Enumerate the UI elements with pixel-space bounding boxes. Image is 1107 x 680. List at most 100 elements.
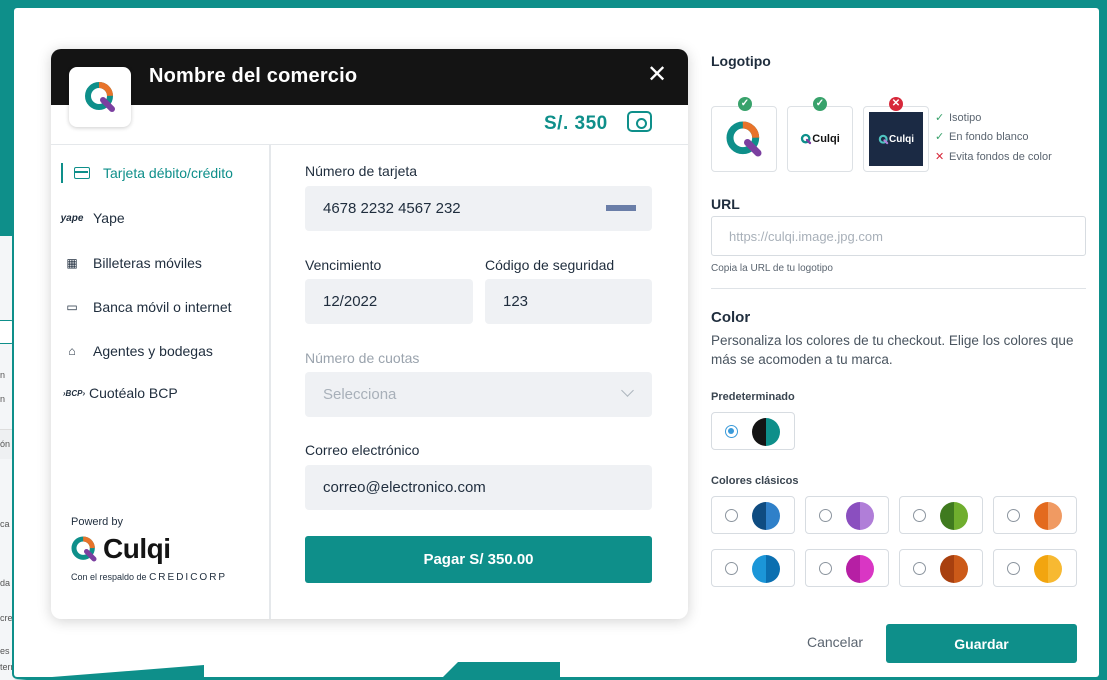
close-icon: ✕ bbox=[935, 151, 945, 163]
method-label: Banca móvil o internet bbox=[93, 299, 232, 315]
logo-example-isotype bbox=[711, 106, 777, 172]
color-swatch[interactable] bbox=[899, 549, 983, 587]
method-agents[interactable]: ⌂ Agentes y bodegas bbox=[61, 339, 261, 363]
color-swatch[interactable] bbox=[993, 549, 1077, 587]
cancel-button[interactable]: Cancelar bbox=[807, 634, 863, 650]
card-number-input[interactable]: 4678 2232 4567 232 bbox=[305, 186, 652, 231]
check-icon: ✓ bbox=[813, 97, 827, 111]
default-colors-label: Predeterminado bbox=[711, 391, 795, 403]
color-dot bbox=[752, 502, 780, 530]
method-banking[interactable]: ▭ Banca móvil o internet bbox=[61, 295, 261, 319]
background-text: n bbox=[0, 370, 6, 380]
chevron-down-icon bbox=[621, 384, 634, 397]
color-swatch[interactable] bbox=[805, 549, 889, 587]
background-input bbox=[0, 320, 14, 344]
logo-rule: ✓ Isotipo bbox=[935, 111, 982, 125]
color-swatch[interactable] bbox=[899, 496, 983, 534]
background-text: es bbox=[0, 646, 10, 656]
respaldo-text: Con el respaldo de CREDICORP bbox=[71, 572, 228, 583]
culqi-brand: Culqi bbox=[69, 533, 171, 565]
culqi-logo-icon bbox=[878, 134, 889, 144]
cvv-label: Código de seguridad bbox=[485, 257, 615, 273]
method-card[interactable]: Tarjeta débito/crédito bbox=[61, 161, 261, 185]
color-dot bbox=[1034, 502, 1062, 530]
radio-button[interactable] bbox=[913, 562, 926, 575]
logo-example-colored: Culqi bbox=[863, 106, 929, 172]
radio-button[interactable] bbox=[819, 509, 832, 522]
method-wallets[interactable]: ▦ Billeteras móviles bbox=[61, 251, 261, 275]
merchant-logo bbox=[69, 67, 131, 127]
installments-select[interactable]: Selecciona bbox=[305, 372, 652, 417]
radio-button[interactable] bbox=[725, 562, 738, 575]
color-dot bbox=[940, 555, 968, 583]
culqi-logo-icon bbox=[71, 536, 97, 562]
classic-colors-label: Colores clásicos bbox=[711, 475, 799, 487]
installments-label: Número de cuotas bbox=[305, 350, 420, 366]
culqi-wordmark-small: Culqi bbox=[878, 134, 914, 145]
logo-rule: ✓ En fondo blanco bbox=[935, 130, 1029, 144]
background-shape bbox=[440, 662, 560, 680]
color-dot bbox=[846, 502, 874, 530]
header-divider bbox=[51, 144, 688, 145]
save-button[interactable]: Guardar bbox=[886, 624, 1077, 663]
color-swatch-default[interactable] bbox=[711, 412, 795, 450]
color-swatch[interactable] bbox=[993, 496, 1077, 534]
background-text: ca bbox=[0, 519, 10, 529]
logo-section-title: Logotipo bbox=[711, 53, 771, 69]
radio-button[interactable] bbox=[725, 509, 738, 522]
radio-button[interactable] bbox=[819, 562, 832, 575]
radio-button[interactable] bbox=[1007, 509, 1020, 522]
method-yape[interactable]: yape Yape bbox=[61, 206, 261, 230]
powered-by-label: Powerd by bbox=[71, 516, 123, 528]
currency-icon bbox=[627, 111, 652, 132]
radio-button[interactable] bbox=[913, 509, 926, 522]
culqi-wordmark: Culqi bbox=[103, 533, 171, 564]
section-divider bbox=[711, 288, 1086, 289]
check-icon: ✓ bbox=[738, 97, 752, 111]
card-brand-icon bbox=[606, 205, 636, 211]
culqi-logo-icon bbox=[801, 133, 812, 145]
color-swatch[interactable] bbox=[805, 496, 889, 534]
culqi-logo-icon bbox=[726, 121, 762, 157]
colored-background: Culqi bbox=[869, 112, 923, 166]
background-text: ón bbox=[0, 439, 11, 449]
color-swatch[interactable] bbox=[711, 549, 795, 587]
qr-icon: ▦ bbox=[66, 256, 78, 270]
card-number-label: Número de tarjeta bbox=[305, 163, 418, 179]
store-icon: ⌂ bbox=[68, 344, 76, 358]
bcp-icon: ›BCP› bbox=[62, 388, 86, 398]
radio-selected[interactable] bbox=[725, 425, 738, 438]
background-text: n bbox=[0, 394, 6, 404]
color-description: Personaliza los colores de tu checkout. … bbox=[711, 333, 1074, 367]
color-dot bbox=[752, 555, 780, 583]
checkout-amount: S/. 350 bbox=[544, 113, 608, 134]
pay-button[interactable]: Pagar S/ 350.00 bbox=[305, 536, 652, 583]
method-label: Agentes y bodegas bbox=[93, 343, 213, 359]
radio-button[interactable] bbox=[1007, 562, 1020, 575]
email-label: Correo electrónico bbox=[305, 442, 420, 458]
column-divider bbox=[269, 145, 271, 619]
method-label: Yape bbox=[93, 210, 125, 226]
yape-icon: yape bbox=[60, 212, 84, 224]
cvv-input[interactable]: 123 bbox=[485, 279, 652, 324]
method-bcp[interactable]: ›BCP› Cuotéalo BCP bbox=[61, 381, 261, 405]
expiry-input[interactable]: 12/2022 bbox=[305, 279, 473, 324]
email-input[interactable]: correo@electronico.com bbox=[305, 465, 652, 510]
logo-url-input[interactable]: https://culqi.image.jpg.com bbox=[711, 216, 1086, 256]
color-dot bbox=[752, 418, 780, 446]
close-icon[interactable]: ✕ bbox=[647, 63, 667, 87]
color-section-title: Color bbox=[711, 309, 751, 326]
color-swatch[interactable] bbox=[711, 496, 795, 534]
method-label: Billeteras móviles bbox=[93, 255, 202, 271]
color-dot bbox=[940, 502, 968, 530]
background-text: da bbox=[0, 578, 11, 588]
logo-example-white: Culqi bbox=[787, 106, 853, 172]
check-icon: ✓ bbox=[935, 112, 945, 124]
checkout-preview: Nombre del comercio ✕ S/. 350 Tarjeta dé… bbox=[51, 49, 688, 619]
card-icon bbox=[71, 164, 93, 182]
url-section-title: URL bbox=[711, 196, 740, 212]
monitor-icon: ▭ bbox=[66, 300, 78, 314]
culqi-logo-icon bbox=[85, 82, 115, 112]
color-half bbox=[766, 418, 780, 446]
merchant-name: Nombre del comercio bbox=[149, 65, 358, 87]
